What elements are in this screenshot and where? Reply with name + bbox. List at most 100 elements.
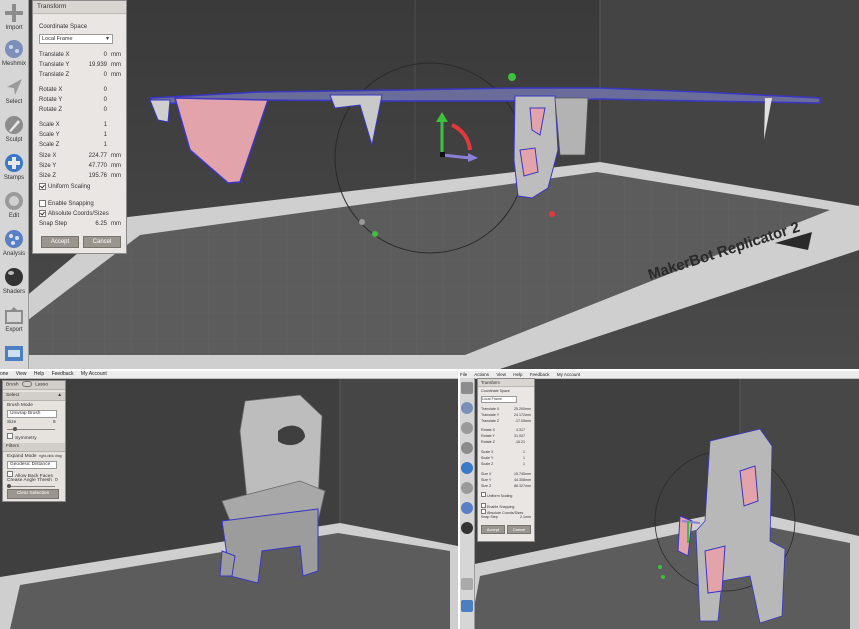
tool-print[interactable] [0,340,28,369]
coord-space-select[interactable]: Local Frame ▼ [39,34,113,44]
field-size-x[interactable]: Size X 15.745 mm [481,472,531,477]
field-rotate-z[interactable]: Rotate Z -16.21 [481,440,531,445]
brush-mode-select[interactable]: Unwrap Brush [7,410,57,418]
menu-help[interactable]: Help [513,372,522,377]
field-translate-y[interactable]: Translate Y 19.939 mm [39,61,121,70]
menu-actions[interactable]: Actions [474,372,489,377]
field-value[interactable]: 0 [104,71,107,80]
cancel-button[interactable]: Cancel [83,236,121,248]
gizmo-handle-green-2[interactable] [372,231,378,237]
edit-icon[interactable] [461,482,473,494]
field-scale-z[interactable]: Scale Z 1 [481,462,531,467]
field-value[interactable]: 1 [523,450,525,455]
field-value[interactable]: 15.745 [514,472,525,477]
field-value[interactable]: 6.25 [95,220,107,229]
menu-help[interactable]: Help [34,371,44,377]
field-size-y[interactable]: Size Y 47.770 mm [39,162,121,171]
meshmix-icon[interactable] [461,402,473,414]
field-rotate-z[interactable]: Rotate Z 0 [39,106,121,115]
coord-space-select[interactable]: Local Frame [481,396,517,403]
cancel-button[interactable]: Cancel [507,525,531,534]
field-translate-z[interactable]: Translate Z 0 mm [39,71,121,80]
field-value[interactable]: -17.05 [515,419,525,424]
crease-slider[interactable] [7,484,55,488]
field-translate-z[interactable]: Translate Z -17.05 mm [481,419,531,424]
import-icon[interactable] [461,382,473,394]
field-value[interactable]: 19.939 [89,61,107,70]
field-scale-y[interactable]: Scale Y 1 [481,456,531,461]
gizmo-handle-green[interactable] [508,73,516,81]
field-value[interactable]: -16.21 [515,440,525,445]
menu-file[interactable]: one [0,371,8,377]
clear-selection-button[interactable]: Clear Selection [7,489,59,499]
field-size-z[interactable]: Size Z 195.76 mm [39,172,121,181]
field-snap-step[interactable]: Snap Step 6.25 mm [39,220,121,229]
accept-button[interactable]: Accept [481,525,505,534]
slider-knob[interactable] [7,484,11,488]
field-scale-x[interactable]: Scale X 1 [39,121,121,130]
size-slider[interactable] [7,427,55,431]
menu-my-account[interactable]: My Account [81,371,107,377]
field-value[interactable]: 31.007 [514,434,525,439]
analysis-icon[interactable] [461,502,473,514]
3d-viewport-bottom-left[interactable] [0,371,458,629]
menu-file[interactable]: File [460,372,467,377]
shader-sphere-icon[interactable] [461,522,473,534]
field-value[interactable]: 0 [104,86,107,95]
field-translate-x[interactable]: Translate X 25.200 mm [481,407,531,412]
tab-lasso[interactable]: Lasso [35,382,48,387]
field-value[interactable]: 25.200 [514,407,525,412]
field-value[interactable]: 1 [523,462,525,467]
field-value[interactable]: 4.317 [516,428,525,433]
field-size-y[interactable]: Size Y 44.308 mm [481,478,531,483]
export-icon[interactable] [461,578,473,590]
field-value[interactable]: 0 [104,51,107,60]
field-value[interactable]: 1 [104,121,107,130]
field-size-z[interactable]: Size Z 86.327 mm [481,484,531,489]
uniform-scaling-checkbox[interactable]: Uniform Scaling [481,492,531,498]
gizmo-handle-grey[interactable] [359,219,365,225]
field-value[interactable]: 1 [104,141,107,150]
collapse-icon[interactable]: ▲ [57,392,62,400]
field-translate-x[interactable]: Translate X 0 mm [39,51,121,60]
field-value[interactable]: 24.172 [514,413,525,418]
accept-button[interactable]: Accept [41,236,79,248]
field-scale-x[interactable]: Scale X 1 [481,450,531,455]
field-rotate-x[interactable]: Rotate X 4.317 [481,428,531,433]
gizmo-handle-red[interactable] [549,211,555,217]
menu-view[interactable]: View [496,372,506,377]
field-value[interactable]: 224.77 [89,152,107,161]
field-scale-z[interactable]: Scale Z 1 [39,141,121,150]
field-rotate-x[interactable]: Rotate X 0 [39,86,121,95]
absolute-coords-checkbox[interactable]: Absolute Coords/Sizes [39,210,109,218]
field-value[interactable]: 1 [523,456,525,461]
field-scale-y[interactable]: Scale Y 1 [39,131,121,140]
field-value[interactable]: 44.308 [514,478,525,483]
stamp-icon[interactable] [461,462,473,474]
brush-icon[interactable] [461,442,473,454]
field-value[interactable]: 0 [104,106,107,115]
field-value[interactable]: 1 [104,131,107,140]
field-value[interactable]: 86.327 [514,484,525,489]
enable-snapping-checkbox[interactable]: Enable Snapping [481,503,531,509]
menu-view[interactable]: View [16,371,27,377]
field-snap-step[interactable]: Snap Step 2.1 mm [481,515,531,520]
enable-snapping-checkbox[interactable]: Enable Snapping [39,200,94,208]
field-value[interactable]: 195.76 [89,172,107,181]
field-value[interactable]: 0 [104,96,107,105]
field-value[interactable]: 47.770 [89,162,107,171]
print-icon[interactable] [461,600,473,612]
menu-my-account[interactable]: My Account [557,372,580,377]
3d-viewport-top[interactable]: MakerBot Replicator 2 [0,0,859,369]
menu-feedback[interactable]: Feedback [52,371,74,377]
symmetry-checkbox[interactable]: Symmetry [7,433,37,441]
tab-brush[interactable]: Brush [6,382,19,387]
select-icon[interactable] [461,422,473,434]
uniform-scaling-checkbox[interactable]: Uniform Scaling [39,183,90,191]
field-size-x[interactable]: Size X 224.77 mm [39,152,121,161]
field-rotate-y[interactable]: Rotate Y 0 [39,96,121,105]
field-rotate-y[interactable]: Rotate Y 31.007 [481,434,531,439]
slider-knob[interactable] [13,427,17,431]
field-translate-y[interactable]: Translate Y 24.172 mm [481,413,531,418]
menu-feedback[interactable]: Feedback [530,372,550,377]
